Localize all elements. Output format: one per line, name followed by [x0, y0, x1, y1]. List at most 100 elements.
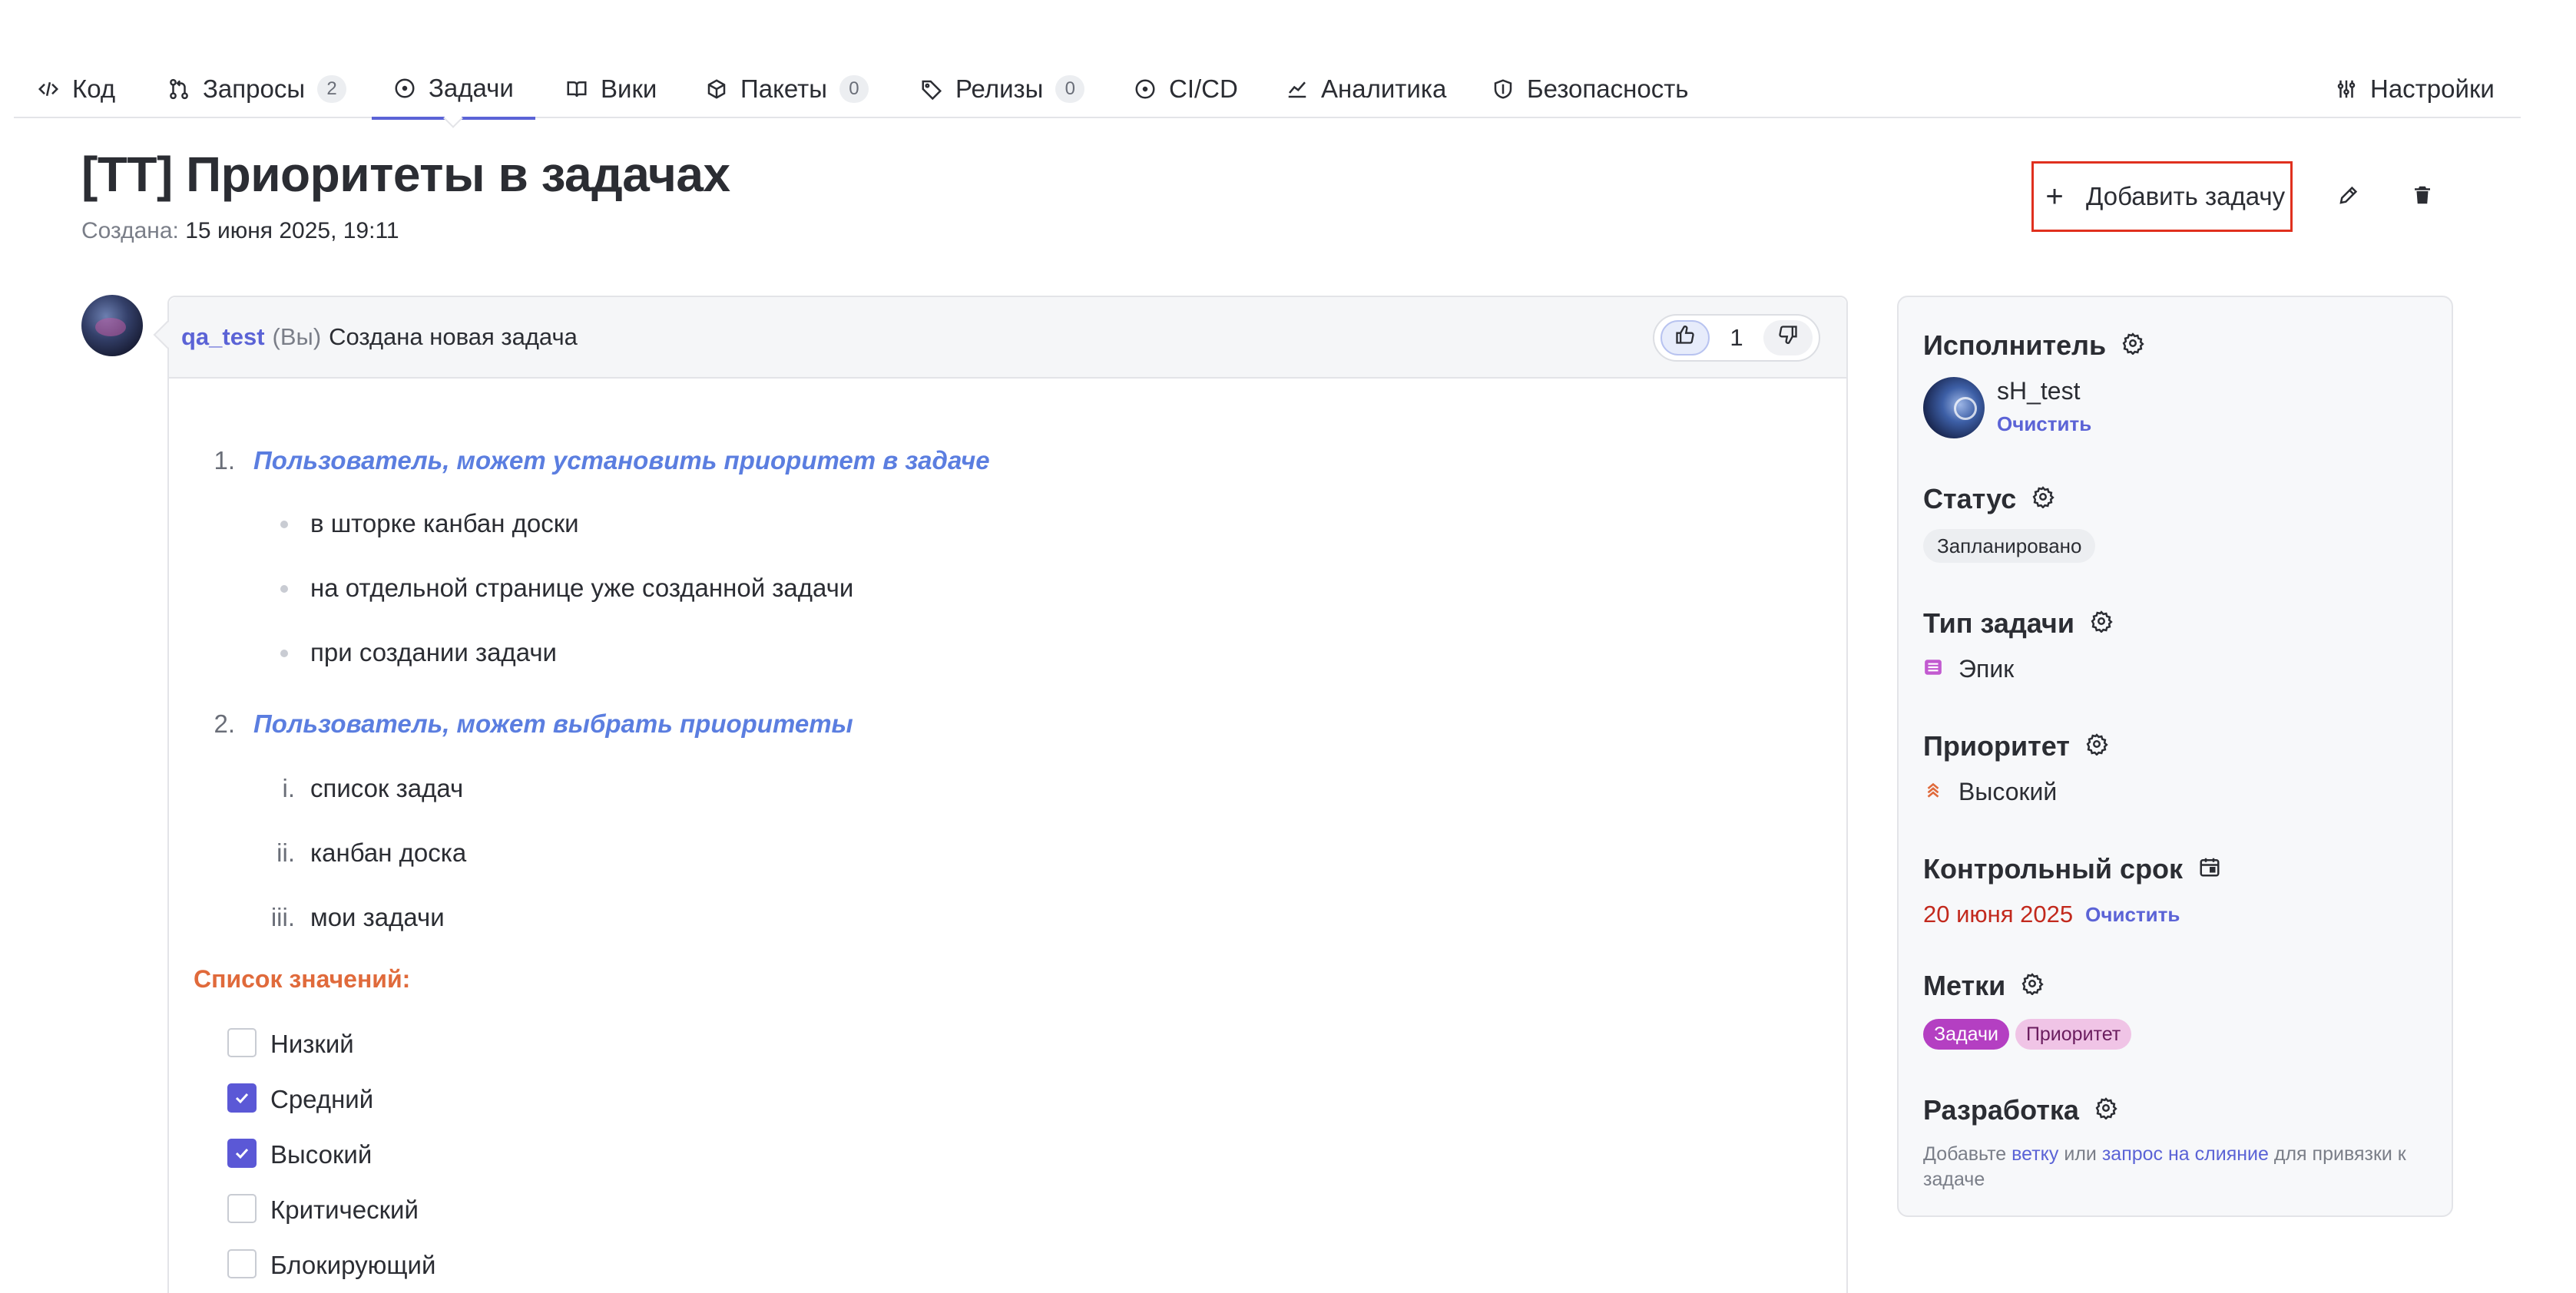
list-number: i. — [282, 774, 296, 802]
checkbox-low[interactable] — [227, 1028, 257, 1057]
clear-assignee-link[interactable]: Очистить — [1997, 412, 2091, 436]
merge-request-icon — [167, 78, 190, 101]
plus-icon: + — [2045, 179, 2064, 213]
package-icon — [705, 78, 728, 101]
assignee-avatar[interactable] — [1923, 377, 1985, 438]
tab-issues[interactable]: Задачи — [372, 60, 535, 120]
add-task-button[interactable]: + Добавить задачу — [2031, 161, 2293, 232]
checkbox-high[interactable] — [227, 1139, 257, 1168]
tab-merge-requests[interactable]: Запросы 2 — [167, 60, 347, 118]
pipeline-icon — [1134, 78, 1157, 101]
priority-section-title: Приоритет — [1923, 730, 2108, 762]
packages-count-badge: 0 — [839, 75, 869, 103]
gear-icon[interactable] — [2121, 329, 2144, 362]
checkbox-medium[interactable] — [227, 1083, 257, 1113]
author-link[interactable]: qa_test — [181, 323, 265, 351]
code-icon — [37, 78, 60, 101]
settings-link[interactable]: Настройки — [2335, 60, 2495, 118]
checkbox-blocking[interactable] — [227, 1249, 257, 1278]
shield-icon — [1492, 78, 1515, 101]
tab-wiki-label: Вики — [601, 74, 657, 103]
status-section-title: Статус — [1923, 483, 2055, 515]
development-hint: Добавьте ветку или запрос на слияние для… — [1923, 1142, 2430, 1192]
values-list-title: Список значений: — [194, 965, 411, 993]
bullet-dot — [280, 585, 288, 593]
requirement-heading[interactable]: Пользователь, может выбрать приоритеты — [253, 709, 853, 739]
created-date: 15 июня 2025, 19:11 — [185, 218, 399, 243]
checkmark-icon — [235, 1148, 249, 1159]
branch-link[interactable]: ветку — [2011, 1143, 2058, 1165]
issue-sidebar: Исполнитель sH_test Очистить Статус Запл… — [1897, 296, 2453, 1217]
list-number: iii. — [270, 903, 295, 931]
pencil-icon — [2337, 184, 2360, 210]
merge-requests-count-badge: 2 — [317, 75, 347, 103]
dislike-button[interactable] — [1763, 320, 1813, 355]
tab-packages[interactable]: Пакеты 0 — [705, 60, 869, 118]
releases-count-badge: 0 — [1055, 75, 1085, 103]
checkbox-label: Средний — [270, 1085, 374, 1113]
reactions-group: 1 — [1653, 314, 1820, 362]
merge-request-link[interactable]: запрос на слияние — [2102, 1143, 2269, 1165]
checkbox-critical[interactable] — [227, 1194, 257, 1223]
edit-button[interactable] — [2327, 175, 2370, 218]
add-task-label: Добавить задачу — [2086, 182, 2286, 210]
clear-deadline-link[interactable]: Очистить — [2085, 903, 2180, 927]
author-avatar[interactable] — [81, 295, 143, 356]
like-button[interactable] — [1660, 320, 1710, 355]
assignee-section-title: Исполнитель — [1923, 329, 2144, 362]
comment-action-text: Создана новая задача — [329, 323, 578, 350]
trash-icon — [2411, 184, 2434, 210]
labels-list: Задачи Приоритет — [1923, 1019, 2132, 1050]
list-item: в шторке канбан доски — [310, 509, 579, 537]
tab-releases[interactable]: Релизы 0 — [920, 60, 1085, 118]
created-label: Создана: — [81, 218, 179, 243]
issue-type-value: Эпик — [1923, 655, 2014, 683]
gear-icon[interactable] — [2031, 483, 2055, 515]
gear-icon[interactable] — [2021, 970, 2045, 1002]
gear-icon[interactable] — [2085, 730, 2108, 762]
checkbox-label: Высокий — [270, 1140, 372, 1169]
tab-releases-label: Релизы — [955, 74, 1044, 103]
type-section-title: Тип задачи — [1923, 607, 2113, 640]
tab-issues-label: Задачи — [429, 74, 514, 102]
assignee-title-text: Исполнитель — [1923, 329, 2107, 361]
assignee-name[interactable]: sH_test — [1997, 377, 2080, 405]
tab-code[interactable]: Код — [37, 60, 115, 118]
list-item: на отдельной странице уже созданной зада… — [310, 574, 854, 602]
thumbs-down-icon — [1777, 324, 1799, 352]
list-number: 2. — [214, 709, 235, 738]
gear-icon[interactable] — [2094, 1094, 2117, 1126]
tab-analytics[interactable]: Аналитика — [1286, 60, 1446, 118]
deadline-title-text: Контрольный срок — [1923, 853, 2184, 885]
settings-label: Настройки — [2370, 74, 2495, 103]
labels-section-title: Метки — [1923, 970, 2045, 1002]
status-title-text: Статус — [1923, 483, 2017, 514]
comment-header: qa_test (Вы) Создана новая задача 1 — [169, 297, 1846, 379]
tab-code-label: Код — [72, 74, 116, 103]
thumbs-up-icon — [1674, 324, 1696, 352]
issue-type-text: Эпик — [1958, 655, 2015, 683]
dev-hint-text: или — [2064, 1143, 2097, 1165]
tab-ci-cd[interactable]: CI/CD — [1134, 60, 1238, 118]
gear-icon[interactable] — [2090, 607, 2113, 640]
list-item: мои задачи — [310, 903, 445, 931]
issue-description-card: qa_test (Вы) Создана новая задача 1 1. П… — [167, 296, 1848, 1293]
issue-created-info: Создана: 15 июня 2025, 19:11 — [81, 218, 399, 244]
calendar-icon[interactable] — [2198, 853, 2221, 885]
priority-high-icon — [1923, 778, 1943, 806]
deadline-section-title: Контрольный срок — [1923, 853, 2221, 885]
tag-icon — [920, 78, 943, 101]
tab-wiki[interactable]: Вики — [565, 60, 657, 118]
priority-title-text: Приоритет — [1923, 730, 2070, 762]
status-badge: Запланировано — [1923, 529, 2096, 563]
requirement-heading[interactable]: Пользователь, может установить приоритет… — [253, 446, 990, 475]
delete-button[interactable] — [2401, 175, 2444, 218]
list-number: 1. — [214, 446, 235, 475]
label-tag[interactable]: Задачи — [1923, 1019, 2009, 1050]
tab-ci-cd-label: CI/CD — [1169, 74, 1238, 103]
project-tab-bar: Код Запросы 2 Задачи Вики Пакеты 0 Релиз… — [14, 60, 2521, 120]
issues-icon — [393, 77, 416, 100]
tab-security[interactable]: Безопасность — [1492, 60, 1689, 118]
list-item: при создании задачи — [310, 638, 557, 666]
label-tag[interactable]: Приоритет — [2015, 1019, 2132, 1050]
